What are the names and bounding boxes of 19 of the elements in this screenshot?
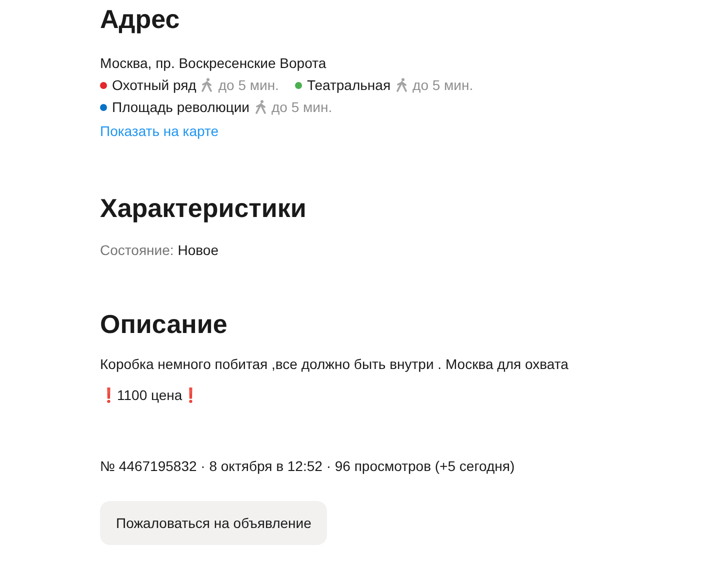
section-heading: Описание <box>100 309 228 339</box>
characteristic-value: Новое <box>178 241 218 259</box>
metro-station: Театральная <box>306 76 391 94</box>
metro-station: Охотный ряд <box>112 76 196 94</box>
characteristic-label: Состояние: <box>100 241 174 259</box>
metro-station: Площадь революции <box>112 98 250 116</box>
description-text: ❗1100 цена❗ <box>100 386 200 404</box>
walking-person-icon <box>254 100 266 114</box>
walk-time: до 5 мин. <box>218 76 279 94</box>
walking-person-icon <box>396 78 408 92</box>
section-heading: Характеристики <box>100 193 308 223</box>
listing-meta: № 4467195832 · 8 октября в 12:52 · 96 просмотров (+5 сегодня) <box>100 457 515 475</box>
walk-time: до 5 мин. <box>412 76 474 94</box>
report-button[interactable]: Пожаловаться на объявление <box>100 501 328 545</box>
address-text: Москва, пр. Воскресенские Ворота <box>100 54 328 72</box>
description-text: Коробка немного побитая ,все должно быть внутри . Москва для охвата <box>100 355 568 373</box>
section-heading: Адрес <box>100 4 181 34</box>
walk-time: до 5 мин. <box>272 98 332 116</box>
walking-person-icon <box>201 78 214 92</box>
